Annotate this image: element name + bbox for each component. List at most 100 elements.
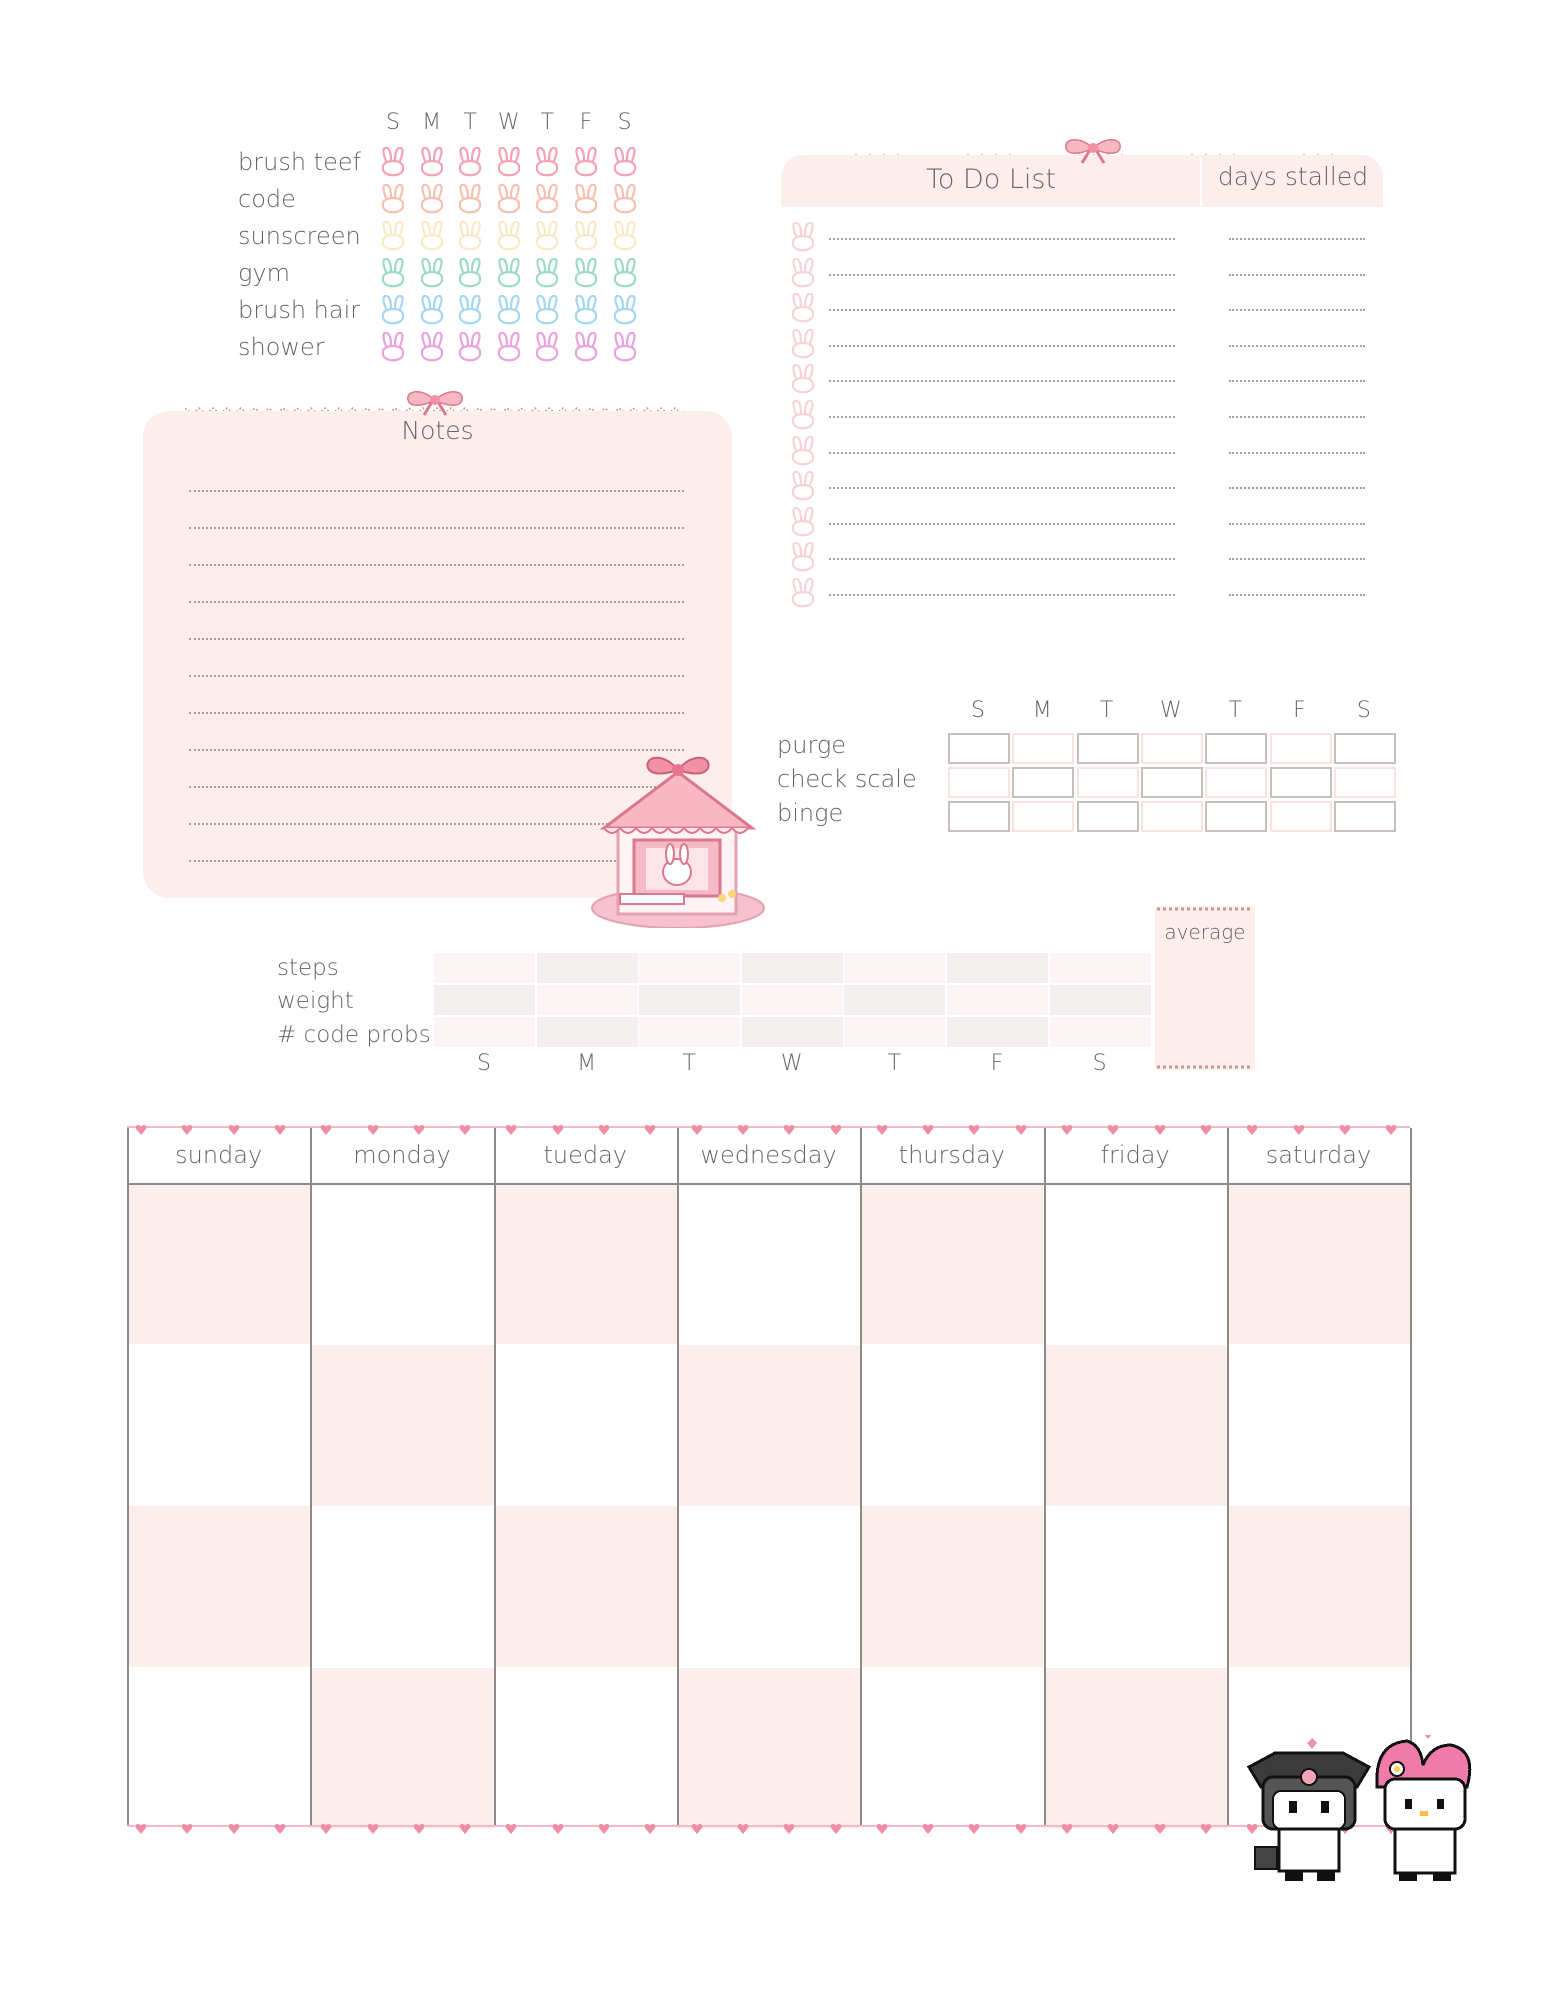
bunny-checkbox-icon[interactable] — [532, 294, 562, 329]
tracker-checkbox[interactable] — [1076, 733, 1139, 764]
bunny-checkbox-icon[interactable] — [494, 331, 524, 366]
tracker-checkbox[interactable] — [1076, 767, 1139, 798]
notes-line[interactable] — [189, 527, 684, 529]
bunny-checkbox-icon[interactable] — [571, 331, 601, 366]
todo-line[interactable] — [829, 487, 1175, 490]
tracker-checkbox[interactable] — [1333, 767, 1396, 798]
tracker-checkbox[interactable] — [1012, 767, 1075, 798]
bunny-checkbox-icon[interactable] — [610, 331, 640, 366]
stats-cell[interactable] — [1049, 985, 1151, 1015]
bunny-checkbox-icon[interactable] — [417, 183, 447, 218]
bunny-checkbox-icon[interactable] — [494, 146, 524, 181]
tracker-checkbox[interactable] — [948, 801, 1010, 832]
bunny-checkbox-icon[interactable] — [494, 220, 524, 255]
todo-bunny-checkbox-icon[interactable] — [788, 364, 818, 398]
stats-cell[interactable] — [536, 953, 638, 983]
notes-line[interactable] — [189, 490, 684, 492]
tracker-checkbox[interactable] — [1205, 801, 1268, 832]
todo-bunny-checkbox-icon[interactable] — [788, 292, 818, 327]
bunny-checkbox-icon[interactable] — [378, 146, 408, 181]
days-stalled-line[interactable] — [1229, 416, 1365, 418]
tracker-checkbox[interactable] — [1140, 801, 1203, 832]
bunny-checkbox-icon[interactable] — [571, 257, 601, 292]
tracker-checkbox[interactable] — [1140, 767, 1203, 798]
bunny-checkbox-icon[interactable] — [610, 294, 640, 329]
todo-line[interactable] — [829, 451, 1175, 454]
bunny-checkbox-icon[interactable] — [417, 146, 447, 181]
bunny-checkbox-icon[interactable] — [455, 331, 485, 366]
stats-cell[interactable] — [844, 1017, 946, 1047]
stats-cell[interactable] — [639, 953, 741, 983]
tracker-checkbox[interactable] — [1140, 733, 1203, 764]
bunny-checkbox-icon[interactable] — [610, 257, 640, 292]
bunny-checkbox-icon[interactable] — [417, 331, 447, 366]
stats-cell[interactable] — [844, 953, 946, 983]
todo-line[interactable] — [829, 380, 1175, 383]
bunny-checkbox-icon[interactable] — [455, 257, 485, 292]
tracker-checkbox[interactable] — [1269, 801, 1332, 832]
stats-cell[interactable] — [741, 953, 843, 983]
bunny-checkbox-icon[interactable] — [610, 146, 640, 181]
todo-bunny-checkbox-icon[interactable] — [788, 577, 818, 612]
bunny-checkbox-icon[interactable] — [455, 183, 485, 218]
days-stalled-line[interactable] — [1229, 238, 1365, 240]
bunny-checkbox-icon[interactable] — [571, 183, 601, 218]
tracker-checkbox[interactable] — [1269, 733, 1332, 764]
bunny-checkbox-icon[interactable] — [455, 294, 485, 329]
notes-line[interactable] — [189, 601, 684, 603]
days-stalled-line[interactable] — [1229, 344, 1365, 347]
bunny-checkbox-icon[interactable] — [455, 220, 485, 255]
bunny-checkbox-icon[interactable] — [378, 331, 408, 366]
todo-bunny-checkbox-icon[interactable] — [788, 399, 818, 434]
stats-cell[interactable] — [741, 985, 843, 1015]
bunny-checkbox-icon[interactable] — [532, 183, 562, 218]
bunny-checkbox-icon[interactable] — [494, 294, 524, 329]
stats-cell[interactable] — [434, 985, 535, 1015]
todo-line[interactable] — [829, 522, 1175, 525]
tracker-checkbox[interactable] — [1076, 801, 1139, 832]
tracker-checkbox[interactable] — [948, 767, 1010, 798]
todo-line[interactable] — [829, 594, 1175, 596]
notes-line[interactable] — [189, 712, 684, 714]
bunny-checkbox-icon[interactable] — [494, 257, 524, 292]
days-stalled-line[interactable] — [1229, 309, 1365, 312]
days-stalled-line[interactable] — [1229, 594, 1365, 596]
bunny-checkbox-icon[interactable] — [610, 183, 640, 218]
todo-line[interactable] — [829, 238, 1175, 240]
bunny-checkbox-icon[interactable] — [417, 257, 447, 292]
notes-line[interactable] — [189, 675, 684, 677]
bunny-checkbox-icon[interactable] — [378, 257, 408, 292]
stats-cell[interactable] — [844, 985, 946, 1015]
bunny-checkbox-icon[interactable] — [571, 220, 601, 255]
bunny-checkbox-icon[interactable] — [532, 146, 562, 181]
stats-cell[interactable] — [947, 953, 1048, 983]
days-stalled-line[interactable] — [1229, 558, 1365, 561]
bunny-checkbox-icon[interactable] — [494, 183, 524, 218]
bunny-checkbox-icon[interactable] — [532, 220, 562, 255]
stats-cell[interactable] — [947, 1017, 1048, 1047]
notes-line[interactable] — [189, 638, 684, 640]
bunny-checkbox-icon[interactable] — [610, 220, 640, 255]
bunny-checkbox-icon[interactable] — [417, 220, 447, 255]
stats-cell[interactable] — [639, 985, 741, 1015]
days-stalled-line[interactable] — [1229, 522, 1365, 525]
days-stalled-line[interactable] — [1229, 487, 1365, 490]
tracker-checkbox[interactable] — [1269, 767, 1332, 798]
bunny-checkbox-icon[interactable] — [378, 220, 408, 255]
bunny-checkbox-icon[interactable] — [417, 294, 447, 329]
todo-line[interactable] — [829, 344, 1175, 347]
stats-cell[interactable] — [1049, 1017, 1151, 1047]
bunny-checkbox-icon[interactable] — [378, 183, 408, 218]
tracker-checkbox[interactable] — [1333, 801, 1396, 832]
stats-cell[interactable] — [434, 1017, 535, 1047]
bunny-checkbox-icon[interactable] — [571, 294, 601, 329]
bunny-checkbox-icon[interactable] — [455, 146, 485, 181]
todo-bunny-checkbox-icon[interactable] — [788, 257, 818, 292]
days-stalled-line[interactable] — [1229, 273, 1365, 276]
todo-line[interactable] — [829, 273, 1175, 276]
stats-cell[interactable] — [639, 1017, 741, 1047]
todo-line[interactable] — [829, 416, 1175, 418]
tracker-checkbox[interactable] — [1205, 767, 1268, 798]
todo-bunny-checkbox-icon[interactable] — [788, 470, 818, 505]
bunny-checkbox-icon[interactable] — [571, 146, 601, 181]
